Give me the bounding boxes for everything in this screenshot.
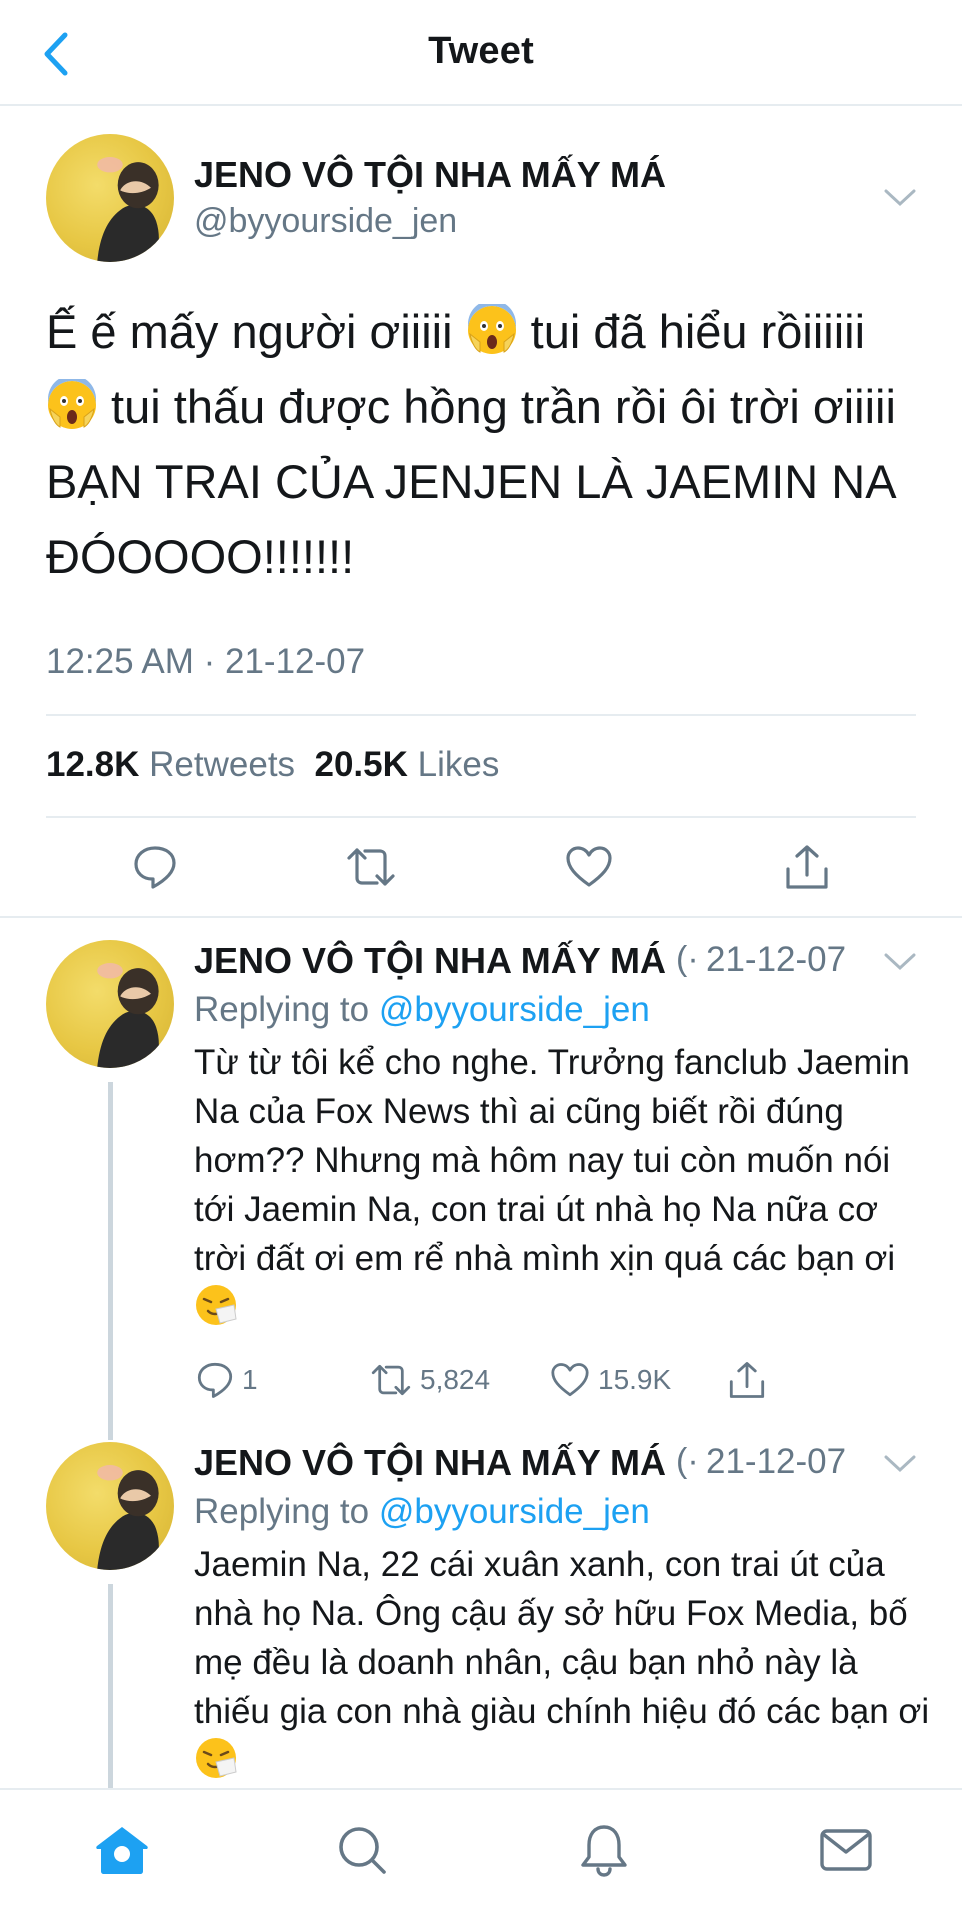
reply-button[interactable]: 1: [196, 1358, 258, 1402]
tab-notifications[interactable]: [574, 1820, 634, 1880]
reply-tweet[interactable]: JENO VÔ TỘI NHA MẤY MÁ (· 21-12-07 Reply…: [0, 940, 962, 1440]
page-title: Tweet: [428, 30, 534, 72]
tweet-date[interactable]: 21-12-07: [706, 940, 846, 980]
replying-to: Replying to @byyourside_jen: [194, 990, 650, 1030]
chevron-down-icon: [884, 189, 916, 207]
reply-tweet[interactable]: JENO VÔ TỘI NHA MẤY MÁ (· 21-12-07 Reply…: [0, 1442, 962, 1788]
retweet-button[interactable]: 5,824: [370, 1358, 490, 1402]
like-button[interactable]: 15.9K: [550, 1358, 671, 1402]
thread-line: [108, 1082, 113, 1440]
retweets-count[interactable]: 12.8K: [46, 745, 139, 784]
tab-messages[interactable]: [816, 1820, 876, 1880]
avatar[interactable]: [46, 134, 174, 262]
tweet-text-part: Từ từ tôi kể cho nghe. Trưởng fanclub Ja…: [194, 1043, 910, 1278]
reply-icon: [197, 1362, 233, 1398]
display-name[interactable]: JENO VÔ TỘI NHA MẤY MÁ: [194, 1442, 666, 1484]
tweet-text: Từ từ tôi kể cho nghe. Trưởng fanclub Ja…: [194, 1038, 934, 1332]
tweet-text: Jaemin Na, 22 cái xuân xanh, con trai út…: [194, 1540, 934, 1785]
tab-home[interactable]: [92, 1820, 152, 1880]
home-icon: [96, 1827, 148, 1874]
tab-search[interactable]: [332, 1820, 392, 1880]
date-separator: (·: [676, 1442, 699, 1480]
replying-to: Replying to @byyourside_jen: [194, 1492, 650, 1532]
tweet-text-part: tui thấu được hồng trần rồi ôi trời ơiii…: [46, 380, 896, 583]
screaming-face-emoji-icon: [467, 304, 516, 354]
reply-icon: [134, 846, 176, 889]
like-button[interactable]: [562, 840, 616, 894]
sneezing-face-emoji-icon: [196, 1285, 237, 1325]
like-count: 15.9K: [598, 1364, 672, 1395]
tweet-text-part: Ế ế mấy người ơiiiii: [46, 305, 466, 358]
retweets-label[interactable]: Retweets: [149, 745, 295, 784]
retweet-icon: [371, 1364, 411, 1396]
replying-label: Replying to: [194, 1492, 370, 1531]
display-name[interactable]: JENO VÔ TỘI NHA MẤY MÁ: [194, 154, 666, 196]
sneezing-face-emoji-icon: [196, 1738, 237, 1778]
tweet-text-part: tui đã hiểu rồiiiiii: [517, 305, 866, 358]
divider: [46, 714, 916, 716]
mention-link[interactable]: @byyourside_jen: [379, 1492, 650, 1531]
share-icon: [786, 845, 828, 889]
main-tweet: JENO VÔ TỘI NHA MẤY MÁ @byyourside_jen Ế…: [0, 106, 962, 918]
retweet-icon: [347, 848, 395, 886]
retweet-button[interactable]: [344, 840, 398, 894]
top-bar: Tweet: [0, 0, 962, 106]
more-options-button[interactable]: [882, 1452, 918, 1476]
heart-icon: [566, 846, 612, 887]
mention-link[interactable]: @byyourside_jen: [379, 990, 650, 1029]
tweet-stats: 12.8K Retweets 20.5K Likes: [46, 745, 499, 785]
more-options-button[interactable]: [882, 186, 918, 210]
likes-label[interactable]: Likes: [418, 745, 500, 784]
tweet-text-part: Jaemin Na, 22 cái xuân xanh, con trai út…: [194, 1545, 930, 1731]
avatar[interactable]: [46, 1442, 174, 1570]
notifications-icon: [581, 1825, 627, 1877]
likes-count[interactable]: 20.5K: [315, 745, 408, 784]
divider: [46, 816, 916, 818]
share-button[interactable]: [728, 1358, 766, 1402]
handle[interactable]: @byyourside_jen: [194, 202, 457, 241]
reply-count: 1: [242, 1364, 258, 1395]
screaming-face-emoji-icon: [48, 379, 96, 429]
thread-line: [108, 1584, 113, 1788]
replying-label: Replying to: [194, 990, 370, 1029]
chevron-down-icon: [884, 1455, 916, 1473]
messages-icon: [820, 1829, 872, 1871]
share-icon: [729, 1362, 765, 1398]
tweet-timestamp[interactable]: 12:25 AM · 21-12-07: [46, 642, 365, 682]
heart-icon: [551, 1363, 589, 1397]
tweet-date[interactable]: 21-12-07: [706, 1442, 846, 1482]
avatar[interactable]: [46, 940, 174, 1068]
share-button[interactable]: [780, 840, 834, 894]
reply-button[interactable]: [128, 840, 182, 894]
retweet-count: 5,824: [420, 1364, 491, 1395]
tweet-text: Ế ế mấy người ơiiiii tui đã hiểu rồiiiii…: [46, 294, 926, 594]
bottom-tab-bar: [0, 1788, 962, 1920]
more-options-button[interactable]: [882, 950, 918, 974]
search-icon: [339, 1827, 386, 1874]
display-name[interactable]: JENO VÔ TỘI NHA MẤY MÁ: [194, 940, 666, 982]
chevron-down-icon: [884, 953, 916, 971]
date-separator: (·: [676, 940, 699, 978]
